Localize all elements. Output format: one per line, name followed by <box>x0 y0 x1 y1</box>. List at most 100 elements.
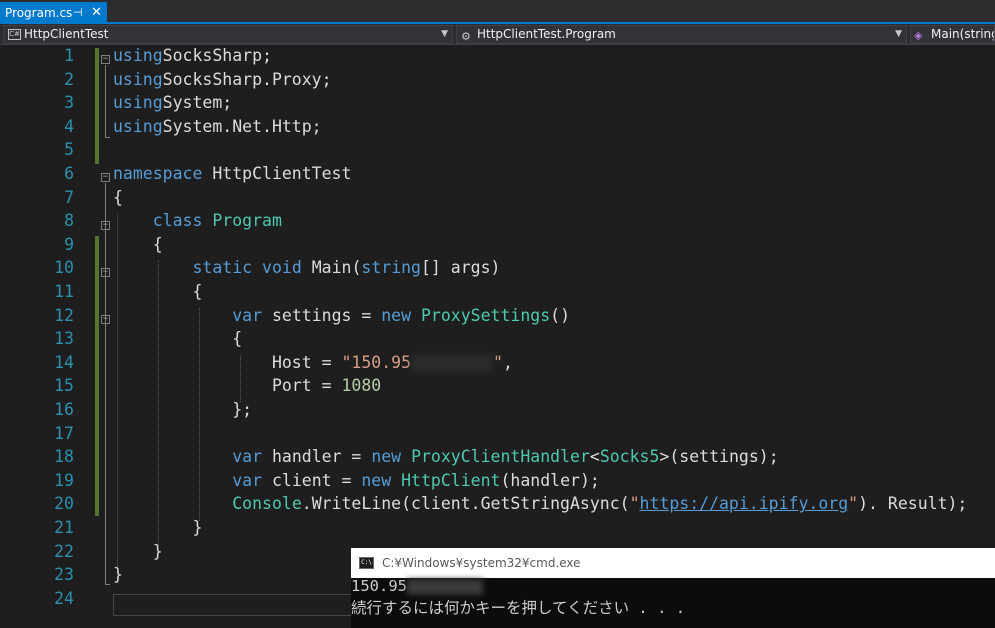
glyph-margin <box>0 46 22 628</box>
collapse-icon[interactable]: − <box>101 315 110 324</box>
code-token: ProxySettings <box>421 305 551 325</box>
code-token: }; <box>113 400 253 419</box>
redacted-ip <box>407 578 483 595</box>
line-number: 3 <box>64 93 74 113</box>
code-line[interactable]: static void Main(string[] args) <box>113 258 500 277</box>
code-token: handler = <box>262 447 372 467</box>
code-line[interactable]: } <box>113 565 123 584</box>
code-line[interactable]: } <box>113 518 202 537</box>
code-line[interactable]: }; <box>113 400 252 419</box>
code-line[interactable]: namespace HttpClientTest <box>113 164 351 183</box>
code-token: .WriteLine(client.GetStringAsync( <box>301 494 630 514</box>
project-dropdown[interactable]: C# HttpClientTest ▼ <box>3 25 453 44</box>
outline-line <box>105 65 106 137</box>
code-line[interactable]: var client = new HttpClient(handler); <box>113 471 600 490</box>
code-token: Main( <box>301 258 362 278</box>
code-line[interactable]: usingSystem; <box>113 93 232 112</box>
line-number: 20 <box>54 494 74 514</box>
line-number: 5 <box>64 140 74 160</box>
code-token: " <box>848 494 859 514</box>
code-line[interactable]: usingSystem.Net.Http; <box>113 117 322 136</box>
code-line[interactable]: class Program <box>113 211 282 230</box>
console-output-ip: 150.95 <box>351 577 483 595</box>
console-output-prompt: 続行するには何かキーを押してください . . . <box>351 599 686 617</box>
code-token: { <box>113 234 163 254</box>
code-line[interactable]: usingSocksSharp.Proxy; <box>113 70 332 89</box>
code-token: class <box>152 211 203 231</box>
code-token: SocksSharp.Proxy; <box>162 69 332 89</box>
code-token: , <box>502 352 513 372</box>
document-tab-strip: Program.cs ⊣ ✕ <box>0 0 995 24</box>
code-token: ProxyClientHandler <box>411 447 590 467</box>
code-editor[interactable]: − − − − − 1 usingSocksSharp; 2 usingSocksSh… <box>0 46 995 628</box>
type-dropdown-label: HttpClientTest.Program <box>477 27 616 41</box>
line-number: 6 <box>64 164 74 183</box>
current-line-highlight <box>113 594 363 616</box>
line-number: 11 <box>54 282 74 301</box>
line-number: 18 <box>54 447 74 467</box>
project-dropdown-label: HttpClientTest <box>24 27 109 41</box>
code-line[interactable]: { <box>113 188 123 207</box>
code-token: using <box>113 93 163 113</box>
code-token: static <box>192 258 253 278</box>
code-token: System.Net.Http; <box>162 116 322 136</box>
code-link[interactable]: https://api.ipify.org <box>640 494 849 513</box>
code-token: 1080 <box>341 376 382 396</box>
collapse-icon[interactable]: − <box>101 55 110 64</box>
navigation-bar: C# HttpClientTest ▼ ⚙ HttpClientTest.Pro… <box>0 24 995 45</box>
code-token: { <box>113 329 243 349</box>
close-icon[interactable]: ✕ <box>91 2 102 24</box>
code-token: void <box>262 258 302 278</box>
code-line[interactable]: { <box>113 329 242 348</box>
method-icon: ◈ <box>914 29 923 42</box>
tab-program-cs[interactable]: Program.cs ⊣ ✕ <box>0 2 107 24</box>
type-dropdown[interactable]: ⚙ HttpClientTest.Program ▼ <box>456 25 907 44</box>
collapse-icon[interactable]: − <box>101 221 110 230</box>
code-line[interactable]: Host = "150.95 ", <box>113 353 513 373</box>
pin-icon[interactable]: ⊣ <box>73 2 83 24</box>
code-token: } <box>113 518 203 537</box>
line-number: 8 <box>64 211 74 231</box>
code-token: } <box>113 565 123 585</box>
collapse-icon[interactable]: − <box>101 268 110 277</box>
code-token: var <box>232 470 263 490</box>
console-title-bar[interactable]: C:\ C:¥Windows¥system32¥cmd.exe <box>351 548 995 578</box>
code-line[interactable]: { <box>113 235 163 254</box>
cmd-icon: C:\ <box>359 557 374 569</box>
code-line[interactable]: } <box>113 542 163 561</box>
line-number: 13 <box>54 329 74 349</box>
console-window[interactable]: C:\ C:¥Windows¥system32¥cmd.exe 150.95 続… <box>351 548 995 628</box>
collapse-icon[interactable]: − <box>101 173 110 182</box>
code-token: Socks5 <box>599 447 660 467</box>
code-token: " <box>629 494 640 514</box>
change-indicator <box>95 236 99 516</box>
line-number: 4 <box>64 116 74 136</box>
code-token: SocksSharp; <box>162 46 272 65</box>
line-number: 15 <box>54 376 74 396</box>
code-line[interactable]: Port = 1080 <box>113 376 381 395</box>
member-dropdown[interactable]: ◈ Main(string[] args) <box>910 25 995 44</box>
code-token: var <box>232 447 263 467</box>
chevron-down-icon: ▼ <box>895 29 902 39</box>
code-token: Program <box>212 211 282 231</box>
code-token: < <box>589 447 600 467</box>
code-line[interactable]: { <box>113 282 202 301</box>
code-token: " <box>493 352 503 372</box>
code-token: () <box>550 305 571 325</box>
code-line[interactable]: usingSocksSharp; <box>113 46 272 65</box>
code-token: namespace <box>113 164 203 183</box>
code-line[interactable]: Console.WriteLine(client.GetStringAsync(… <box>113 494 967 513</box>
code-line[interactable]: var settings = new ProxySettings() <box>113 306 570 325</box>
code-line[interactable]: var handler = new ProxyClientHandler<Soc… <box>113 447 778 467</box>
code-token: string <box>361 258 421 278</box>
